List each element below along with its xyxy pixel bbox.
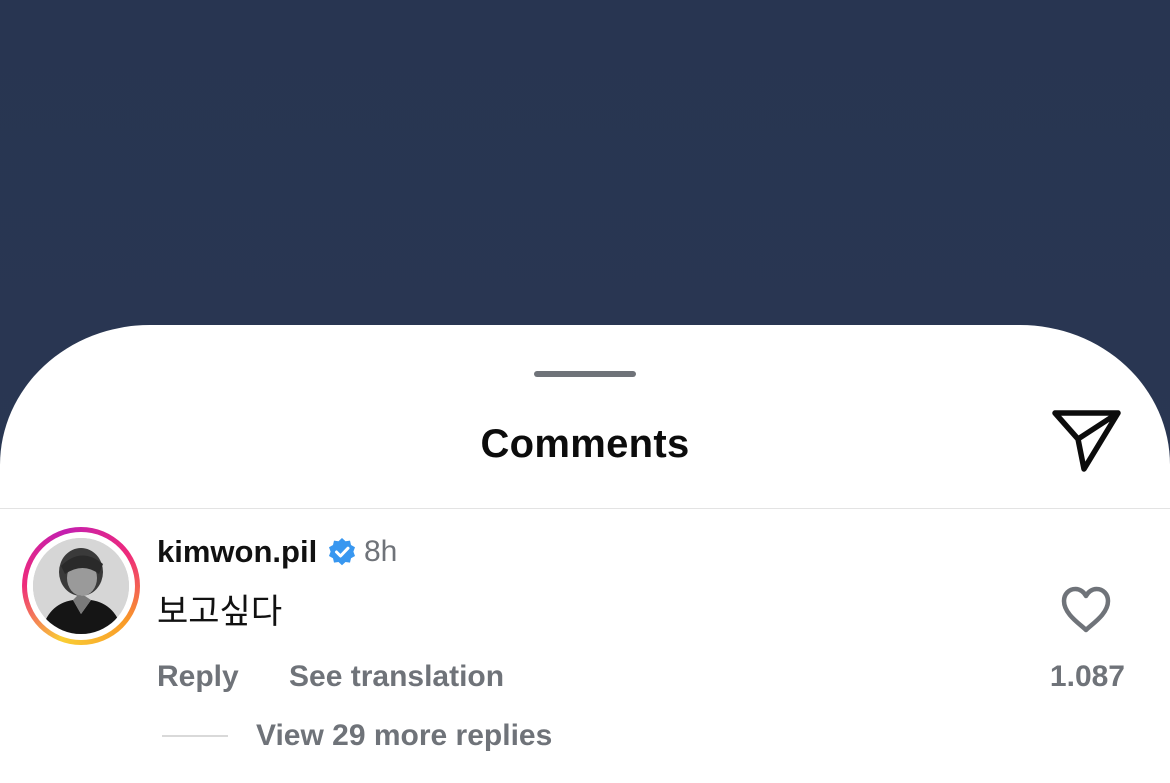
drag-handle[interactable] [534,371,636,377]
replies-divider-line [162,735,228,737]
verified-badge-icon [329,538,355,566]
avatar[interactable] [22,527,140,645]
avatar-photo [33,538,129,634]
like-button[interactable] [1060,586,1112,634]
see-translation-button[interactable]: See translation [289,660,504,694]
share-button[interactable] [1048,407,1124,475]
heart-outline-icon [1061,586,1111,633]
comment-timestamp: 8h [364,535,398,568]
comment-text: 보고싶다 [157,592,283,632]
paper-plane-icon [1052,410,1121,472]
comment-username[interactable]: kimwon.pil [157,534,317,570]
sheet-title: Comments [480,422,690,466]
view-replies-button[interactable]: View 29 more replies [256,719,552,753]
verified-badge [327,537,357,567]
reply-button[interactable]: Reply [157,660,239,694]
header-divider [0,508,1170,509]
comments-sheet: Comments kimwon.pil 8h 보고싶다 Reply See tr… [0,325,1170,783]
like-count[interactable]: 1.087 [1050,660,1125,694]
